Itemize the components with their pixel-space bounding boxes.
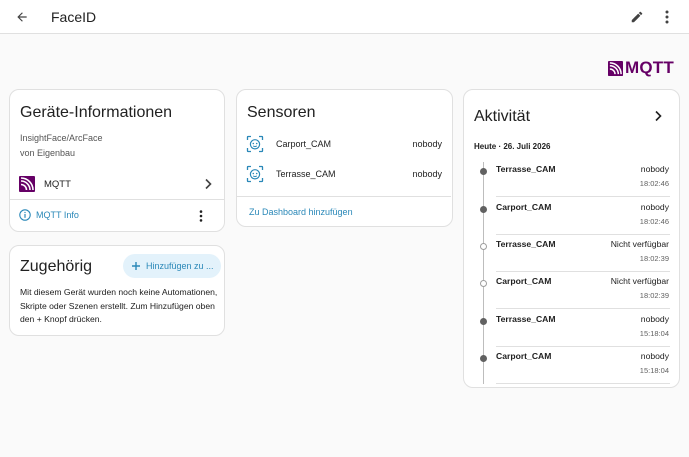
mqtt-logo-icon — [608, 60, 623, 76]
device-info-card: Geräte-Informationen InsightFace/ArcFace… — [9, 89, 225, 232]
device-manufacturer: von Eigenbau — [20, 148, 76, 158]
face-recognition-icon — [246, 165, 264, 183]
arrow-left-icon — [17, 12, 27, 22]
chevron-right-icon — [205, 178, 212, 190]
activity-state: nobody — [640, 351, 669, 361]
mqtt-logo-text: MQTT — [625, 58, 674, 77]
activity-time: 18:02:46 — [639, 217, 669, 226]
activity-time: 15:18:04 — [639, 329, 669, 338]
device-info-title: Geräte-Informationen — [20, 104, 173, 121]
add-to-dashboard-link[interactable]: Zu Dashboard hinzufügen — [249, 207, 353, 217]
activity-state: nobody — [640, 202, 669, 212]
edit-button[interactable] — [627, 7, 647, 27]
activity-state: nobody — [640, 164, 669, 174]
plus-icon — [132, 262, 140, 270]
activity-entity: Carport_CAM — [496, 202, 552, 212]
mqtt-info-link[interactable]: MQTT Info — [19, 209, 79, 221]
timeline-dot — [480, 355, 487, 362]
activity-title: Aktivität — [474, 108, 531, 125]
mqtt-brand-logo: MQTT — [608, 58, 674, 78]
pencil-icon — [631, 11, 643, 23]
related-empty-text: Mit diesem Gerät wurden noch keine Autom… — [20, 287, 218, 324]
activity-separator — [496, 271, 670, 272]
integration-label: MQTT — [44, 179, 71, 190]
sensor-name: Terrasse_CAM — [276, 169, 336, 179]
face-recognition-icon — [246, 135, 264, 153]
activity-separator — [496, 383, 670, 384]
activity-separator — [496, 234, 670, 235]
timeline-dot — [480, 318, 487, 325]
activity-time: 18:02:46 — [639, 179, 669, 188]
timeline-dot — [480, 168, 487, 175]
activity-state: nobody — [640, 314, 669, 324]
timeline-dot — [480, 280, 487, 287]
sensor-name: Carport_CAM — [276, 139, 332, 149]
activity-state: Nicht verfügbar — [610, 239, 669, 249]
timeline-dot — [480, 206, 487, 213]
related-card: Zugehörig Hinzufügen zu ... Mit diesem G… — [9, 245, 225, 336]
activity-entity: Carport_CAM — [496, 276, 552, 286]
page-title: FaceID — [51, 9, 97, 25]
activity-time: 15:18:04 — [639, 366, 669, 375]
timeline-dot — [480, 243, 487, 250]
sensors-title: Sensoren — [247, 104, 316, 121]
activity-item[interactable]: Carport_CAM nobody 18:02:46 — [464, 200, 679, 237]
sensors-card: Sensoren Carport_CAM nobody Terrasse_CAM… — [236, 89, 453, 227]
related-title: Zugehörig — [20, 258, 93, 275]
sensor-row[interactable]: Terrasse_CAM nobody — [237, 163, 452, 185]
back-button[interactable] — [11, 6, 33, 28]
activity-item[interactable]: Carport_CAM Nicht verfügbar 18:02:39 — [464, 274, 679, 311]
card-divider — [10, 199, 224, 200]
activity-item[interactable]: Terrasse_CAM nobody 15:18:04 — [464, 312, 679, 349]
activity-item[interactable]: Carport_CAM nobody 15:18:04 — [464, 349, 679, 386]
add-to-label: Hinzufügen zu ... — [146, 261, 214, 271]
sensor-state: nobody — [412, 169, 442, 179]
activity-item[interactable]: Terrasse_CAM Nicht verfügbar 18:02:39 — [464, 237, 679, 274]
activity-card: Aktivität Heute · 26. Juli 2026 Terrasse… — [463, 89, 680, 388]
activity-separator — [496, 308, 670, 309]
chevron-right-icon[interactable] — [653, 110, 663, 122]
activity-entity: Carport_CAM — [496, 351, 552, 361]
activity-item[interactable]: Terrasse_CAM nobody 18:02:46 — [464, 162, 679, 199]
device-model: InsightFace/ArcFace — [20, 133, 103, 143]
top-app-bar: FaceID — [0, 0, 689, 34]
activity-time: 18:02:39 — [639, 291, 669, 300]
sensor-row[interactable]: Carport_CAM nobody — [237, 133, 452, 155]
sensor-state: nobody — [412, 139, 442, 149]
mqtt-info-label: MQTT Info — [36, 210, 79, 220]
device-more-button[interactable] — [196, 208, 206, 224]
info-circle-icon — [19, 209, 31, 221]
add-to-button[interactable]: Hinzufügen zu ... — [123, 254, 221, 278]
mqtt-icon — [19, 176, 35, 192]
activity-entity: Terrasse_CAM — [496, 164, 556, 174]
dots-vertical-icon — [665, 10, 669, 24]
activity-time: 18:02:39 — [639, 254, 669, 263]
activity-state: Nicht verfügbar — [610, 276, 669, 286]
activity-separator — [496, 346, 670, 347]
dots-vertical-icon — [199, 210, 203, 222]
integration-row-mqtt[interactable]: MQTT — [10, 171, 224, 197]
activity-entity: Terrasse_CAM — [496, 239, 556, 249]
activity-date-header: Heute · 26. Juli 2026 — [474, 142, 551, 151]
overflow-menu-button[interactable] — [659, 7, 675, 27]
activity-separator — [496, 196, 670, 197]
card-divider — [237, 196, 451, 197]
activity-entity: Terrasse_CAM — [496, 314, 556, 324]
